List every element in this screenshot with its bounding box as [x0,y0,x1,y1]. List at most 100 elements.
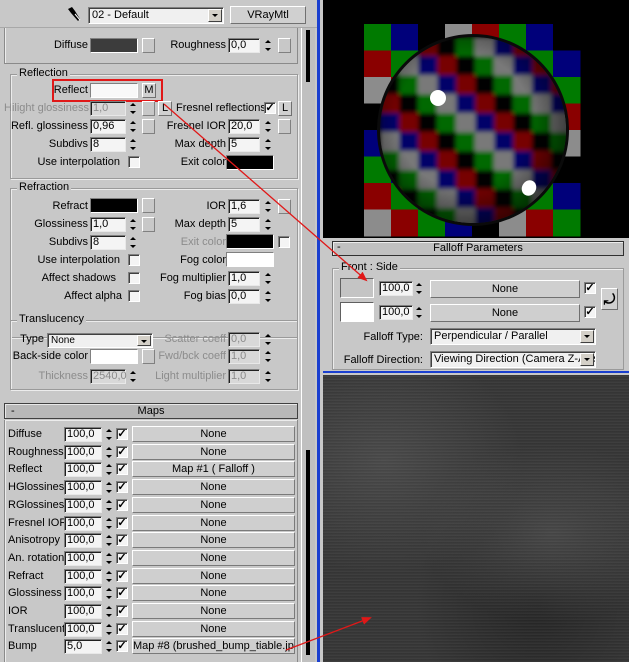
roughness-spinner[interactable] [264,38,273,53]
chevron-down-icon[interactable] [580,353,594,366]
fresnel-ior-map-button[interactable] [278,119,291,134]
falloff-type-dropdown[interactable]: Perpendicular / Parallel [430,328,596,345]
map-amount-input[interactable]: 100,0 [64,568,102,584]
roughness-input[interactable]: 0,0 [228,38,260,53]
hilight-glossiness-spinner[interactable] [129,101,138,116]
front-amount-input[interactable]: 100,0 [379,281,413,296]
scrollbar-thumb[interactable] [306,30,310,82]
map-amount-input[interactable]: 100,0 [64,444,102,460]
chevron-down-icon[interactable] [137,335,151,346]
map-amount-input[interactable]: 100,0 [64,427,102,442]
front-map-button[interactable]: None [430,280,580,298]
map-slot-button[interactable]: None [132,443,295,460]
side-amount-input[interactable]: 100,0 [379,305,413,320]
front-map-checkbox[interactable]: ✓ [584,282,596,294]
hilight-lock-button[interactable]: L [158,101,172,116]
scrollbar-track-dark[interactable] [306,450,310,655]
thickness-input[interactable]: 2540,0 [90,369,127,384]
fwd-bck-coeff-spinner[interactable] [264,349,273,364]
refl-glossiness-map-button[interactable] [142,119,155,134]
fog-multiplier-spinner[interactable] [264,271,273,286]
map-amount-spinner[interactable] [105,516,114,531]
map-amount-spinner[interactable] [105,462,114,477]
ior-map-button[interactable] [278,199,291,214]
map-amount-input[interactable]: 100,0 [64,462,102,478]
hilight-glossiness-map-button[interactable] [142,101,155,116]
fog-bias-input[interactable]: 0,0 [228,289,260,304]
refract-map-button[interactable] [142,198,155,213]
fresnel-reflections-checkbox[interactable]: ✓ [264,102,276,114]
map-amount-spinner[interactable] [105,480,114,495]
map-slot-button[interactable]: None [132,514,295,531]
thickness-spinner[interactable] [129,369,138,384]
affect-shadows-checkbox[interactable] [128,272,140,284]
refl-glossiness-spinner[interactable] [129,119,138,134]
side-map-checkbox[interactable]: ✓ [584,306,596,318]
map-amount-spinner[interactable] [105,498,114,513]
scatter-coeff-input[interactable]: 0,0 [228,332,260,347]
diffuse-color-swatch[interactable] [90,38,138,53]
fog-bias-spinner[interactable] [264,289,273,304]
side-color-swatch[interactable] [340,302,374,322]
map-slot-button[interactable]: None [132,603,295,619]
map-enable-checkbox[interactable]: ✓ [116,551,128,564]
refr-glossiness-input[interactable]: 1,0 [90,217,126,232]
front-color-swatch[interactable] [340,278,374,298]
front-amount-spinner[interactable] [415,281,424,296]
back-side-color-swatch[interactable] [90,349,138,364]
map-amount-spinner[interactable] [105,586,114,601]
refl-use-interpolation-checkbox[interactable] [128,156,140,168]
fresnel-lock-button[interactable]: L [278,101,292,116]
ior-input[interactable]: 1,6 [228,199,260,214]
map-slot-button[interactable]: None [132,549,295,566]
falloff-rollout-header[interactable]: - Falloff Parameters [332,241,624,256]
fog-color-swatch[interactable] [226,252,274,267]
map-amount-input[interactable]: 100,0 [64,533,102,549]
hilight-glossiness-input[interactable]: 1,0 [90,101,126,116]
map-enable-checkbox[interactable]: ✓ [116,569,128,582]
refl-max-depth-input[interactable]: 5 [228,137,260,152]
map-amount-input[interactable]: 100,0 [64,480,102,496]
scrollbar[interactable] [301,28,315,662]
map-amount-spinner[interactable] [105,604,114,619]
map-enable-checkbox[interactable]: ✓ [116,605,128,617]
map-enable-checkbox[interactable]: ✓ [116,622,128,635]
fresnel-ior-input[interactable]: 20,0 [228,119,260,134]
map-slot-button[interactable]: None [132,479,295,496]
map-amount-input[interactable]: 100,0 [64,497,102,513]
map-enable-checkbox[interactable]: ✓ [116,445,128,458]
map-enable-checkbox[interactable]: ✓ [116,640,128,653]
refr-subdivs-input[interactable]: 8 [90,235,126,250]
fwd-bck-coeff-input[interactable]: 1,0 [228,349,260,364]
map-enable-checkbox[interactable]: ✓ [116,481,128,494]
fog-multiplier-input[interactable]: 1,0 [228,271,260,286]
refract-color-swatch[interactable] [90,198,138,213]
refl-subdivs-spinner[interactable] [129,137,138,152]
map-slot-button[interactable]: None [132,585,295,602]
fresnel-ior-spinner[interactable] [264,119,273,134]
map-slot-button[interactable]: None [132,496,295,513]
map-enable-checkbox[interactable]: ✓ [116,516,128,529]
refr-glossiness-map-button[interactable] [142,217,155,232]
refr-max-depth-input[interactable]: 5 [228,217,260,232]
swap-arrows-icon[interactable]: ⤾ [601,288,618,310]
side-map-button[interactable]: None [430,304,580,322]
map-amount-input[interactable]: 100,0 [64,515,102,531]
refr-exit-color-swatch[interactable] [226,234,274,249]
refr-glossiness-spinner[interactable] [129,217,138,232]
refr-exit-color-checkbox[interactable] [278,236,290,248]
map-enable-checkbox[interactable]: ✓ [116,463,128,476]
side-amount-spinner[interactable] [415,305,424,320]
map-amount-spinner[interactable] [105,427,114,442]
roughness-map-button[interactable] [278,38,291,53]
map-amount-spinner[interactable] [105,533,114,548]
map-enable-checkbox[interactable]: ✓ [116,534,128,547]
light-multiplier-spinner[interactable] [264,369,273,384]
chevron-down-icon[interactable] [208,9,222,22]
map-amount-spinner[interactable] [105,551,114,566]
map-enable-checkbox[interactable]: ✓ [116,498,128,511]
map-amount-input[interactable]: 100,0 [64,621,102,637]
falloff-direction-dropdown[interactable]: Viewing Direction (Camera Z-Axis) [430,351,596,368]
ior-spinner[interactable] [264,199,273,214]
map-slot-button[interactable]: None [132,567,295,584]
